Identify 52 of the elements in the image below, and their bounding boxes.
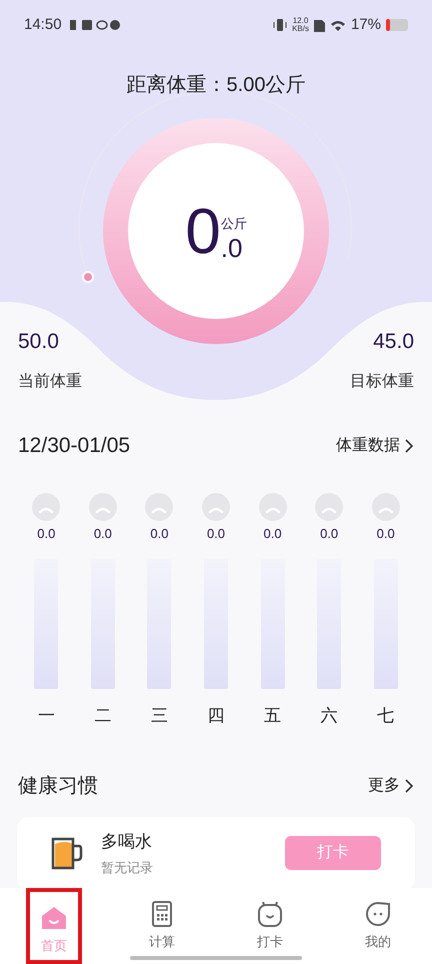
day-weight: 0.0 [264, 524, 282, 542]
sad-face-icon [31, 492, 62, 522]
habit-note: 暂无记录 [101, 859, 154, 877]
smiling-box-icon [256, 900, 284, 928]
nav-tab[interactable]: 打卡 [216, 900, 324, 964]
day-label: 五 [264, 705, 282, 727]
net-speed-value: 12.0 [292, 17, 308, 25]
week-range: 12/30-01/05 [18, 433, 130, 459]
habits-title: 健康习惯 [18, 774, 98, 798]
sad-face-icon [258, 492, 288, 522]
day-weight: 0.0 [37, 524, 56, 542]
day-label: 一 [38, 705, 55, 727]
day-label: 六 [320, 705, 338, 727]
current-weight-value: 50.0 [18, 329, 60, 355]
wifi-icon [330, 18, 346, 32]
battery-percent: 17% [350, 14, 381, 35]
target-weight-value: 45.0 [373, 329, 414, 355]
chevron-icon [404, 438, 414, 454]
more-link[interactable]: 更多 [368, 774, 414, 798]
day-weight: 0.0 [94, 524, 112, 542]
target-weight-label: 目标体重 [350, 372, 414, 392]
gauge-decimal: .0 [220, 235, 244, 261]
gauge-unit: 公斤 [220, 217, 247, 231]
sad-face-icon [314, 492, 344, 522]
sad-face-icon [88, 492, 118, 522]
status-time: 14:50 [24, 14, 62, 35]
day-weight: 0.0 [376, 524, 395, 542]
day-weight: 0.0 [320, 524, 338, 542]
battery-icon [386, 19, 408, 31]
gauge-integer: 0 [185, 201, 221, 261]
day-weight: 0.0 [206, 524, 226, 542]
habit-name: 多喝水 [101, 830, 153, 852]
day-weight: 0.0 [150, 524, 168, 542]
sad-face-icon [200, 492, 231, 522]
net-speed-unit: KB/s [292, 25, 309, 33]
sad-face-icon [370, 492, 401, 522]
vibrate-icon [273, 18, 288, 32]
beer-mug-icon [51, 836, 83, 870]
house-icon [40, 904, 68, 932]
day-label: 四 [207, 705, 224, 727]
weight-data-link[interactable]: 体重数据 [336, 434, 414, 458]
day-label: 二 [94, 705, 112, 727]
notification-icons [68, 19, 120, 31]
chevron-icon [404, 778, 414, 794]
distance-title: 距离体重：5.00公斤 [126, 73, 306, 98]
sad-face-icon [144, 492, 174, 522]
day-label: 七 [377, 705, 394, 727]
current-weight-label: 当前体重 [18, 372, 82, 392]
nav-tab[interactable]: 计算 [108, 900, 216, 964]
day-label: 三 [150, 705, 168, 727]
chat-face-icon [364, 900, 392, 928]
nav-tab[interactable]: 我的 [324, 900, 432, 964]
